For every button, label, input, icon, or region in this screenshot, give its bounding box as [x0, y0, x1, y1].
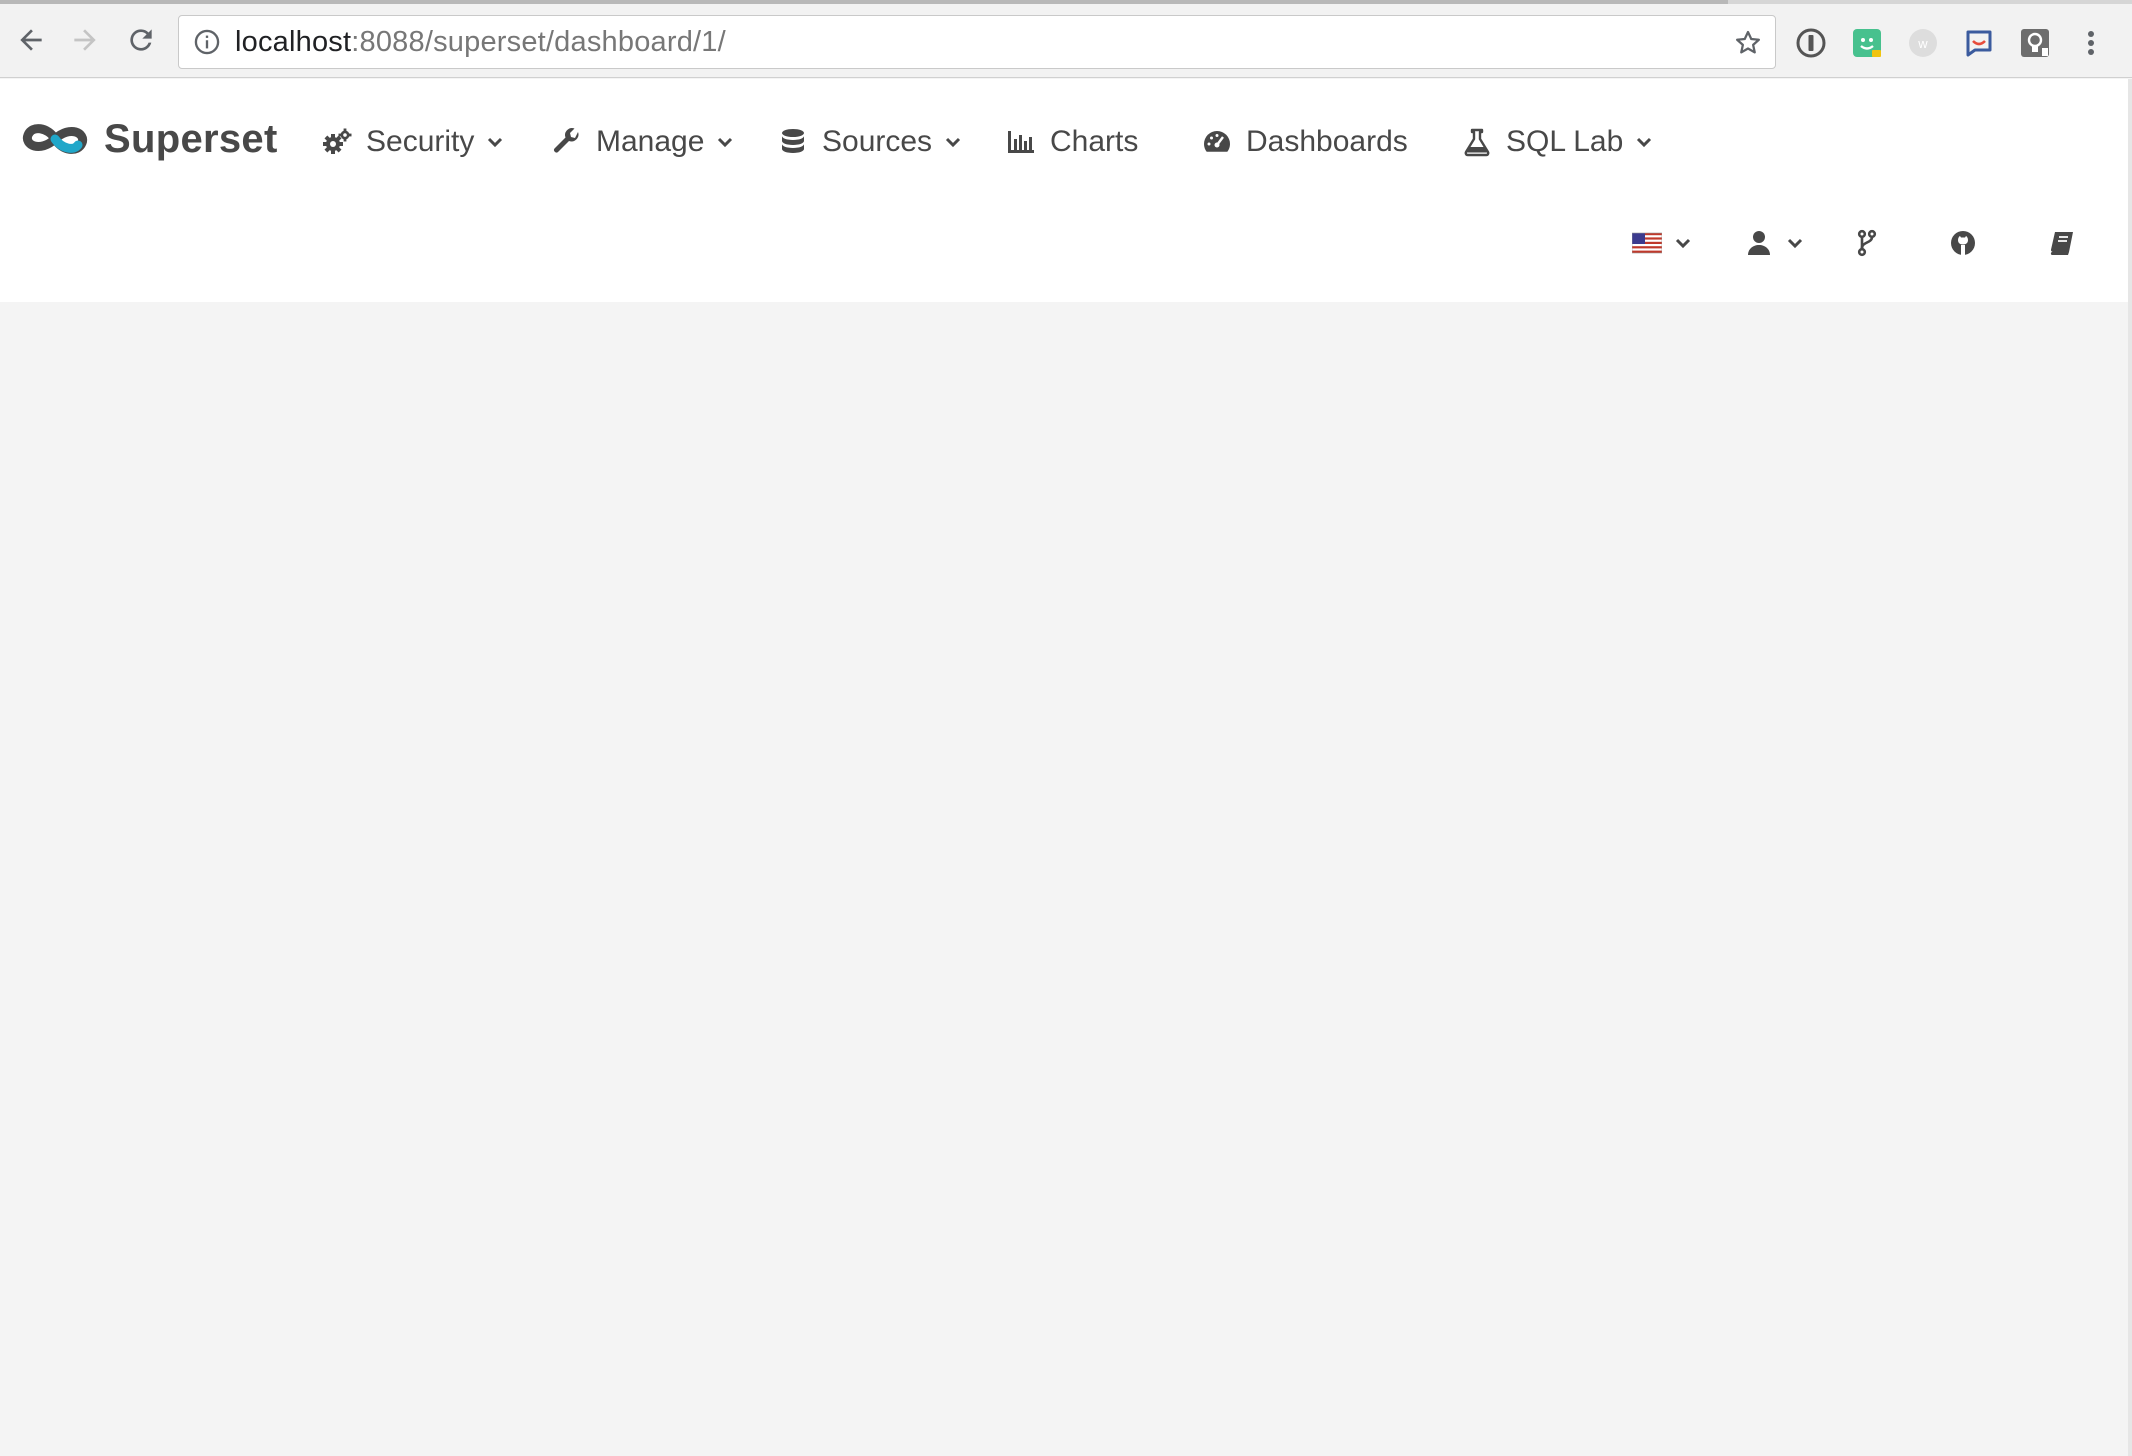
us-flag-icon — [1632, 232, 1662, 254]
menu-manage[interactable]: Manage — [552, 121, 734, 163]
arrow-left-icon — [20, 29, 42, 51]
github-link[interactable] — [1948, 223, 1978, 263]
info-circle-icon[interactable] — [193, 28, 221, 56]
menu-manage-label: Manage — [596, 125, 705, 158]
chevron-down-icon — [488, 137, 503, 148]
vertical-dots-icon[interactable] — [2074, 26, 2108, 60]
chevron-down-icon — [1675, 238, 1691, 249]
gears-icon — [323, 128, 352, 154]
github-icon — [1951, 231, 1975, 255]
menu-sql-lab-label: SQL Lab — [1506, 125, 1624, 158]
menu-charts[interactable]: Charts — [1006, 121, 1138, 163]
browser-toolbar: localhost:8088/superset/dashboard/1/ w — [0, 4, 2132, 78]
page-scrollbar[interactable] — [2128, 79, 2132, 1456]
menu-charts-label: Charts — [1050, 125, 1139, 158]
flask-icon — [1464, 128, 1490, 157]
brand-name: Superset — [104, 116, 278, 161]
chevron-down-icon — [1787, 238, 1803, 249]
1password-icon[interactable] — [1794, 26, 1828, 60]
brand-logo-link[interactable]: Superset — [22, 115, 278, 163]
menu-security[interactable]: Security — [322, 121, 504, 163]
wappalyzer-icon[interactable]: w — [1906, 26, 1940, 60]
url-text[interactable]: localhost:8088/superset/dashboard/1/ — [235, 26, 726, 59]
superset-logo-icon — [22, 124, 88, 154]
url-host: localhost — [235, 25, 352, 58]
forward-button[interactable] — [62, 17, 108, 63]
bar-chart-icon — [1008, 131, 1034, 153]
arrow-right-icon — [74, 29, 96, 51]
menu-dashboards-label: Dashboards — [1246, 125, 1408, 158]
version-info-link[interactable] — [1852, 223, 1882, 263]
dashboard-icon — [1204, 131, 1230, 152]
menu-sources[interactable]: Sources — [778, 121, 962, 163]
chevron-down-icon — [718, 137, 733, 148]
code-fork-icon — [1857, 229, 1877, 257]
lightbulb-icon[interactable] — [2018, 26, 2052, 60]
svg-text:w: w — [1917, 36, 1928, 51]
grammarly-icon[interactable] — [1850, 26, 1884, 60]
docs-link[interactable] — [2048, 223, 2078, 263]
language-picker[interactable] — [1632, 223, 1692, 263]
database-icon — [782, 129, 804, 153]
back-button[interactable] — [8, 17, 54, 63]
url-path: :8088/superset/dashboard/1/ — [351, 25, 726, 58]
reload-icon — [130, 29, 152, 51]
address-bar[interactable]: localhost:8088/superset/dashboard/1/ — [178, 15, 1776, 69]
menu-sources-label: Sources — [822, 125, 933, 158]
reload-button[interactable] — [118, 17, 164, 63]
wrench-icon — [554, 128, 579, 153]
superset-navbar: Superset Security Manage Sources Charts … — [0, 79, 2132, 302]
menu-security-label: Security — [366, 125, 475, 158]
chevron-down-icon — [1637, 137, 1652, 148]
user-menu[interactable] — [1744, 223, 1804, 263]
book-icon — [2050, 232, 2073, 255]
intercom-icon[interactable] — [1962, 26, 1996, 60]
menu-sql-lab[interactable]: SQL Lab — [1462, 121, 1653, 163]
user-icon — [1748, 231, 1770, 255]
menu-dashboards[interactable]: Dashboards — [1202, 121, 1408, 163]
chevron-down-icon — [946, 137, 961, 148]
star-icon[interactable] — [1733, 28, 1763, 58]
